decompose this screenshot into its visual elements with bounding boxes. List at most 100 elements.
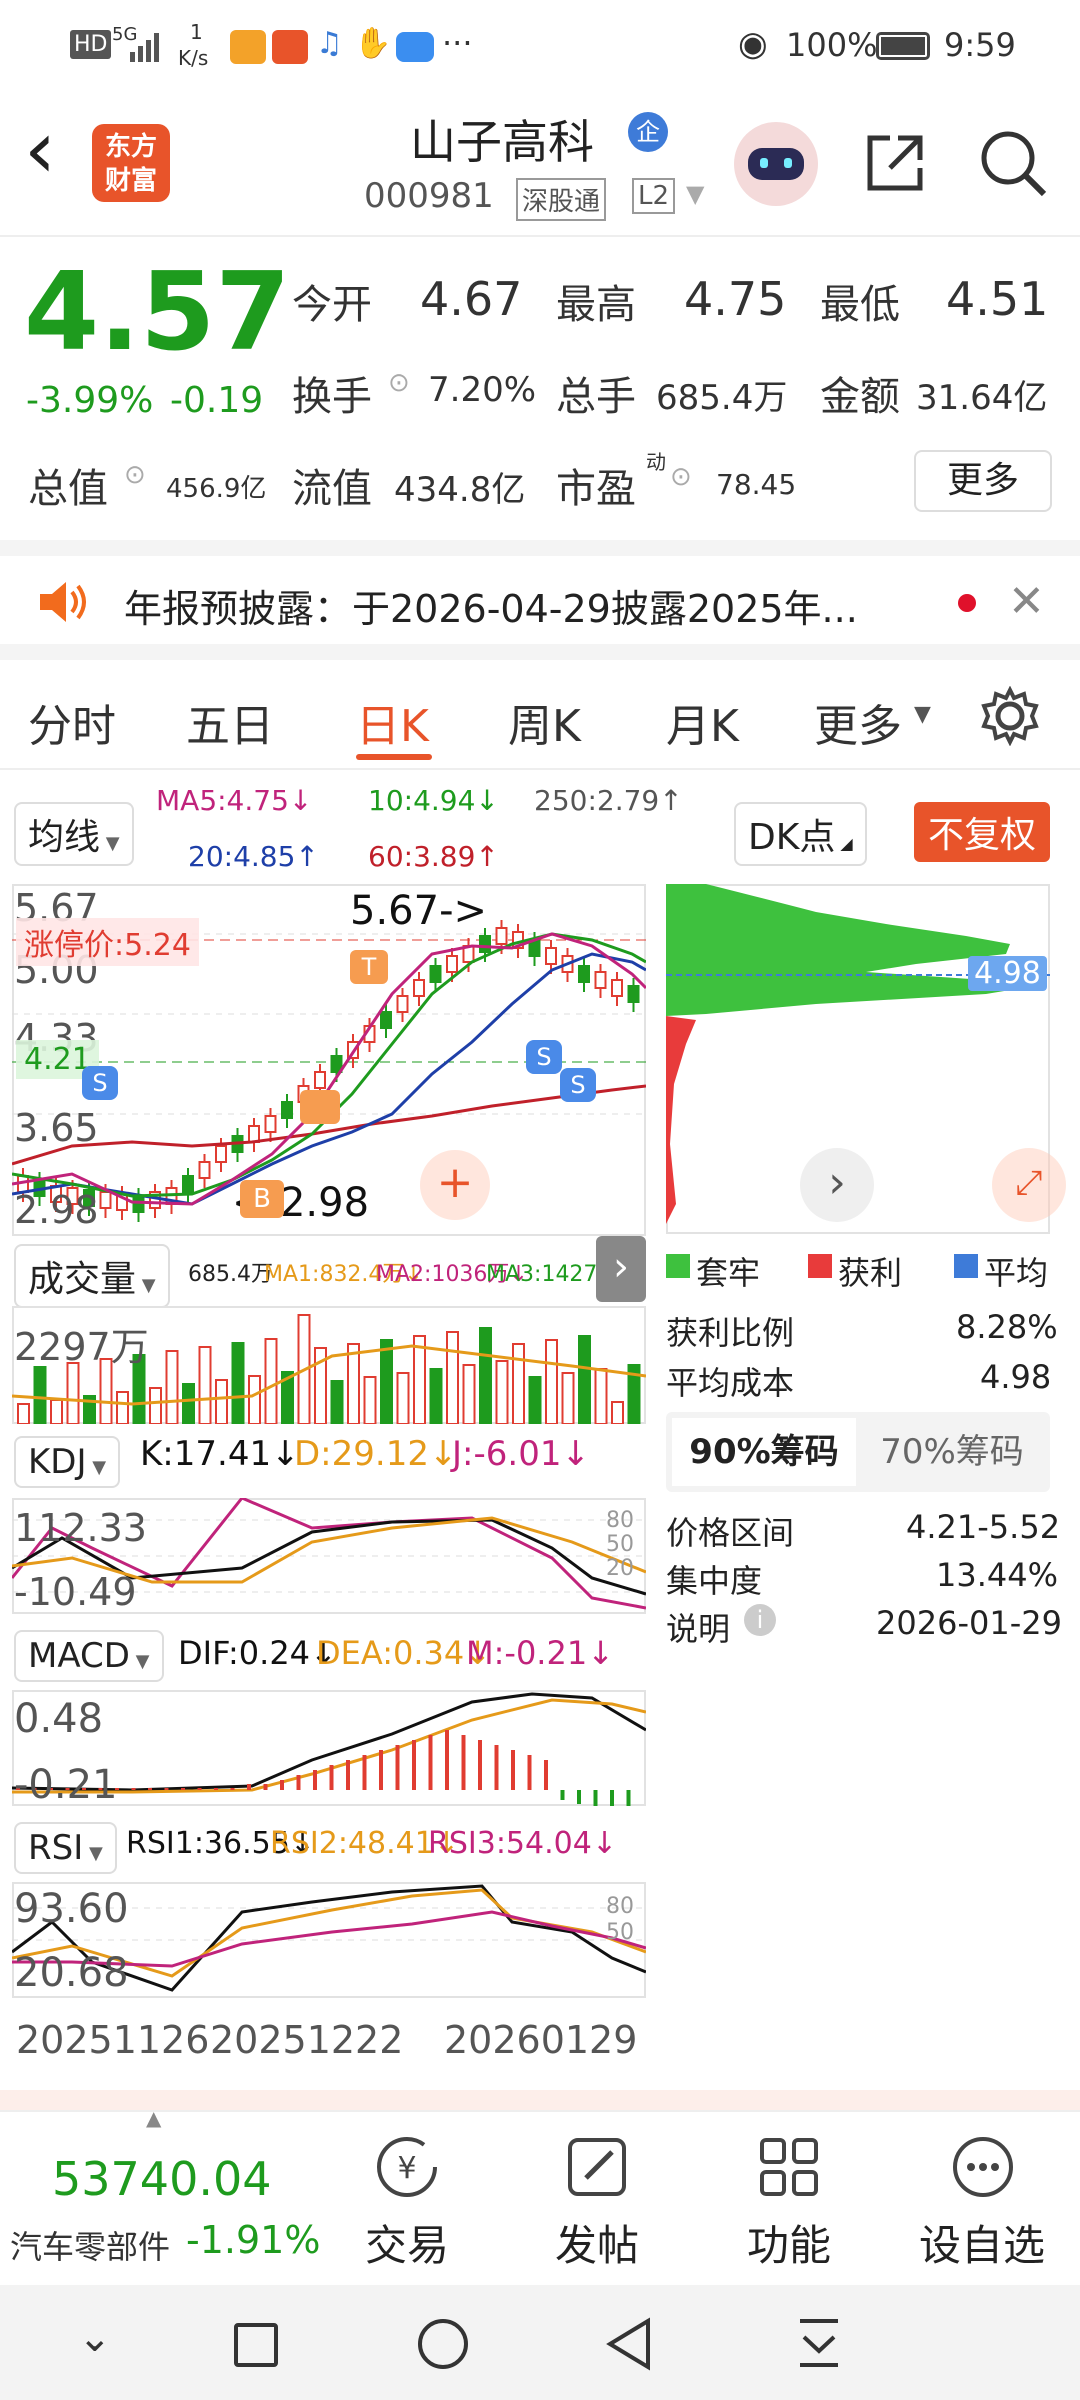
open-value: 4.67 [420, 272, 523, 326]
candle-body [182, 1175, 194, 1193]
macd-y2: -0.21 [14, 1762, 118, 1808]
candle-body [264, 1115, 277, 1133]
sell-badge-3[interactable]: S [82, 1066, 118, 1100]
app-notify-icon-1 [230, 30, 266, 64]
tab-90-chips[interactable]: 90%筹码 [672, 1418, 856, 1486]
candle-body [545, 947, 557, 965]
candle-body [413, 979, 425, 997]
volume-bar [512, 1343, 525, 1424]
volume-bar [248, 1375, 261, 1424]
pe-info-icon[interactable]: ⊙ [670, 462, 692, 492]
tag-shenguton: 深股通 [516, 178, 607, 221]
rsi-selector[interactable]: RSI ▼ [14, 1822, 117, 1874]
sector-name[interactable]: 汽车零部件 [10, 2222, 170, 2268]
low-value: 4.51 [946, 272, 1049, 326]
period-tabs: 分时 五日 日K 周K 月K 更多 ▼ [0, 660, 1080, 770]
tab-daily-k[interactable]: 日K [356, 690, 429, 754]
nav-recents-icon[interactable] [234, 2323, 278, 2367]
volume-bar [182, 1383, 195, 1424]
tab-more[interactable]: 更多 [814, 690, 902, 754]
dk-point-label: DK点 [748, 817, 836, 858]
sell-badge-2[interactable]: S [560, 1068, 596, 1102]
note-label: 说明 [666, 1610, 731, 1648]
close-icon[interactable]: ✕ [1008, 576, 1045, 627]
legend-profit-swatch [808, 1254, 832, 1278]
gear-icon[interactable] [980, 686, 1040, 746]
profit-ratio-value: 8.28% [956, 1308, 1058, 1346]
profit-ratio-label: 获利比例 [666, 1314, 795, 1352]
candle-body [446, 955, 458, 973]
assistant-robot-icon[interactable] [734, 122, 818, 206]
turnover-value: 7.20% [428, 370, 537, 410]
dropdown-icon[interactable]: ▼ [686, 180, 704, 208]
avg-cost-label: 平均成本 [666, 1364, 795, 1402]
concentration-label: 集中度 [666, 1562, 763, 1600]
sector-index-value[interactable]: 53740.04 [52, 2152, 272, 2206]
rsi-y2: 20.68 [14, 1950, 129, 1996]
macd-selector-label: MACD [28, 1636, 130, 1676]
add-watchlist-button[interactable]: 设自选 [902, 2130, 1062, 2280]
macd-selector[interactable]: MACD ▼ [14, 1630, 164, 1682]
trade-button[interactable]: ¥ 交易 [332, 2130, 482, 2280]
stock-name: 山子高科 [410, 115, 594, 169]
signal-badge-1[interactable] [300, 1090, 340, 1124]
more-button[interactable]: 更多 [914, 450, 1052, 512]
info-icon[interactable]: i [744, 1604, 776, 1636]
search-icon[interactable] [978, 128, 1048, 198]
candle-body [611, 979, 623, 997]
rsi-ref-80: 80 [606, 1894, 634, 1919]
back-button[interactable]: ‹ [24, 110, 56, 190]
ma-selector[interactable]: 均线 ▼ [14, 802, 134, 866]
battery-icon [876, 32, 930, 60]
mcap-info-icon[interactable]: ⊙ [124, 460, 146, 490]
volume-bar [462, 1364, 476, 1424]
volume-bar [495, 1360, 509, 1424]
date-label-3: 20260129 [444, 2018, 638, 2062]
share-icon[interactable] [860, 128, 930, 198]
rsi-y1: 93.60 [14, 1886, 129, 1932]
app-notify-icon-2 [272, 30, 308, 64]
post-button[interactable]: 发帖 [522, 2130, 672, 2280]
brand-line2: 财富 [104, 166, 157, 196]
legend-trapped-swatch [666, 1254, 690, 1278]
nav-back-icon[interactable] [604, 2317, 654, 2371]
function-button[interactable]: 功能 [714, 2130, 864, 2280]
tab-intraday[interactable]: 分时 [28, 690, 116, 754]
kdj-selector[interactable]: KDJ ▼ [14, 1436, 121, 1488]
change-value: -0.19 [170, 380, 264, 421]
nav-download-icon[interactable] [794, 2315, 844, 2371]
volume-selector[interactable]: 成交量 ▼ [14, 1244, 170, 1308]
brand-logo[interactable]: 东方 财富 [92, 124, 170, 202]
notice-bar[interactable]: 年报预披露：于2026-04-29披露2025年... ✕ [0, 540, 1080, 660]
tab-five-day[interactable]: 五日 [186, 690, 274, 754]
nav-home-icon[interactable] [418, 2319, 468, 2369]
tab-70-chips[interactable]: 70%筹码 [860, 1418, 1044, 1486]
nav-collapse-icon[interactable]: ⌄ [78, 2315, 112, 2361]
tab-weekly-k[interactable]: 周K [508, 690, 581, 754]
indicator-next-button[interactable]: › [596, 1236, 646, 1302]
volume-bar [264, 1338, 278, 1424]
status-bar: HD 5G 1 K/s ♫ ✋ ··· ◉ 100% 9:59 [0, 0, 1080, 92]
volume-bar [594, 1368, 608, 1424]
tab-monthly-k[interactable]: 月K [666, 690, 739, 754]
float-label: 流值 [292, 466, 372, 512]
quote-panel: 4.57 -3.99% -0.19 今开 4.67 最高 4.75 最低 4.5… [0, 240, 1080, 540]
volume-bar [413, 1335, 426, 1424]
dk-point-button[interactable]: DK点 ◢ [734, 802, 867, 866]
buy-badge-1[interactable]: B [240, 1180, 284, 1218]
adjust-mode-button[interactable]: 不复权 [914, 802, 1051, 862]
crosshair-button[interactable]: + [420, 1150, 490, 1220]
eye-icon: ◉ [738, 24, 768, 64]
expand-up-icon[interactable]: ▲ [146, 2106, 161, 2130]
low-label: 最低 [820, 282, 900, 328]
amount-value: 31.64亿 [916, 378, 1048, 418]
kline-y-4: 3.65 [14, 1106, 99, 1150]
open-label: 今开 [292, 282, 372, 328]
sell-badge-1[interactable]: S [526, 1040, 562, 1074]
music-icon: ♫ [316, 26, 343, 61]
info-dots-icon[interactable]: ⊙ [388, 368, 410, 398]
chevron-right-icon[interactable]: › [800, 1148, 874, 1222]
expand-icon[interactable]: ⤢ [992, 1148, 1066, 1222]
macd-dif: DIF:0.24↓ [178, 1634, 337, 1672]
top-badge-1[interactable]: T [350, 950, 388, 984]
